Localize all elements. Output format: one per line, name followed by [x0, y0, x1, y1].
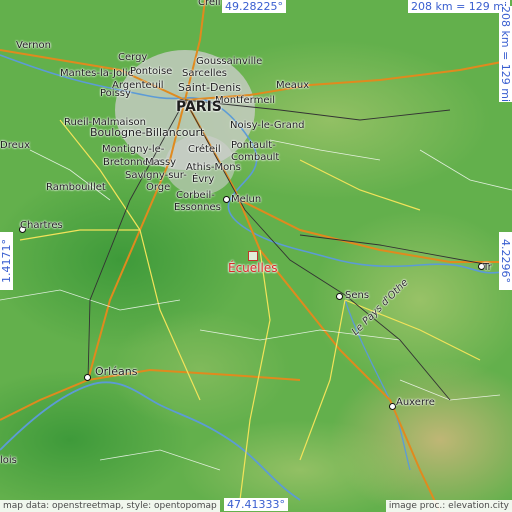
city-label-blois: lois [0, 455, 17, 466]
city-label-creteil: Créteil [188, 144, 221, 155]
city-label-poissy: Poissy [100, 88, 131, 99]
lon-right-label: 4.2296° [499, 232, 512, 290]
city-label-melun: Melun [231, 194, 262, 205]
city-label-goussainville: Goussainville [196, 56, 263, 67]
place-marker[interactable] [248, 251, 258, 261]
city-label-corbeil: Corbeil- [176, 190, 215, 201]
city-dot-melun [223, 196, 230, 203]
city-label-pontoise: Pontoise [130, 66, 173, 77]
place-label: Écuelles [228, 261, 278, 275]
city-label-boulogne: Boulogne-Billancourt [90, 126, 205, 139]
city-label-evry: Évry [192, 174, 215, 185]
city-label-creil: Creil [198, 0, 221, 8]
attribution-right: image proc.: elevation.city [385, 500, 512, 512]
city-label-stdenis: Saint-Denis [178, 81, 242, 94]
lon-left-label: 1.4171° [0, 232, 13, 290]
city-label-montfermeil: Montfermeil [215, 95, 276, 106]
city-label-athis: Athis-Mons [186, 162, 241, 173]
city-label-paris: PARIS [176, 99, 222, 115]
city-label-savigny: Savigny-sur- [125, 170, 187, 181]
city-label-troyes: Tr [483, 262, 492, 273]
city-label-sens: Sens [345, 290, 370, 301]
city-label-essonnes: Essonnes [174, 202, 221, 213]
city-label-pontault: Pontault- [231, 140, 276, 151]
city-label-orleans: Orléans [95, 365, 138, 378]
city-label-rambouillet: Rambouillet [46, 182, 106, 193]
city-label-massy: Massy [145, 157, 177, 168]
city-label-mantes: Mantes-la-Jolie [60, 68, 134, 79]
lat-bottom-label: 47.41333° [224, 498, 288, 511]
city-label-dreux: Dreux [0, 140, 30, 151]
attribution-left: map data: openstreetmap, style: opentopo… [0, 500, 220, 512]
city-dot-auxerre [389, 403, 396, 410]
city-dot-orleans [84, 374, 91, 381]
city-label-auxerre: Auxerre [396, 397, 435, 408]
city-label-sarcelles: Sarcelles [182, 68, 227, 79]
city-label-montigny: Montigny-le- [102, 144, 165, 155]
city-dot-sens [336, 293, 343, 300]
city-label-chartres: Chartres [20, 220, 63, 231]
scale-right-label: 208 km = 129 mi [499, 6, 512, 103]
scale-top-label: 208 km = 129 mi [408, 0, 511, 13]
map[interactable]: Creil Vernon Cergy Goussainville Mantes-… [0, 0, 512, 512]
city-label-vernon: Vernon [16, 40, 51, 51]
city-label-noisy: Noisy-le-Grand [230, 120, 305, 131]
city-label-orge: Orge [146, 182, 171, 193]
city-label-cergy: Cergy [118, 52, 148, 63]
lat-top-label: 49.28225° [222, 0, 286, 13]
city-label-meaux: Meaux [276, 80, 310, 91]
